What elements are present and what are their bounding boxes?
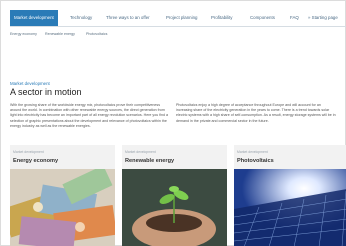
card-category: Market development [125, 150, 156, 154]
page-title: A sector in motion [10, 87, 82, 97]
nav-item-market-development[interactable]: Market development [10, 10, 58, 26]
intro-text-right: Photovoltaics enjoy a high degree of acc… [176, 103, 336, 123]
card-title: Photovoltaics [237, 158, 274, 164]
subnav-item-photovoltaics[interactable]: Photovoltaics [86, 30, 107, 38]
card-photovoltaics[interactable]: Market development Photovoltaics [234, 145, 346, 246]
nav-item-three-ways-to-an-offer[interactable]: Three ways to an offer [106, 10, 150, 26]
subnav-item-renewable-energy[interactable]: Renewable energy [45, 30, 75, 38]
subnav-item-energy-economy[interactable]: Energy economy [10, 30, 37, 38]
card-title: Energy economy [13, 158, 59, 164]
nav-item-components[interactable]: Components [250, 10, 275, 26]
section-label: Market development [10, 81, 50, 86]
nav-item-project-planning[interactable]: Project planning [166, 10, 198, 26]
card-category: Market development [13, 150, 44, 154]
card-energy-economy[interactable]: Market development Energy economy [10, 145, 115, 246]
nav-item-technology[interactable]: Technology [70, 10, 92, 26]
main-navigation: Market development Technology Three ways… [10, 10, 346, 27]
euro-banknotes-photo [10, 169, 115, 246]
card-renewable-energy[interactable]: Market development Renewable energy [122, 145, 227, 246]
plant-in-hands-photo [122, 169, 227, 246]
page-frame: Market development Technology Three ways… [0, 0, 346, 246]
nav-item-profitability[interactable]: Profitability [211, 10, 232, 26]
nav-item-starting-page[interactable]: » Starting page [308, 10, 338, 26]
card-title: Renewable energy [125, 158, 175, 164]
solar-panel-photo [234, 169, 346, 246]
card-category: Market development [237, 150, 268, 154]
nav-item-faq[interactable]: FAQ [290, 10, 299, 26]
intro-text-left: With the growing share of the worldwide … [10, 103, 169, 128]
